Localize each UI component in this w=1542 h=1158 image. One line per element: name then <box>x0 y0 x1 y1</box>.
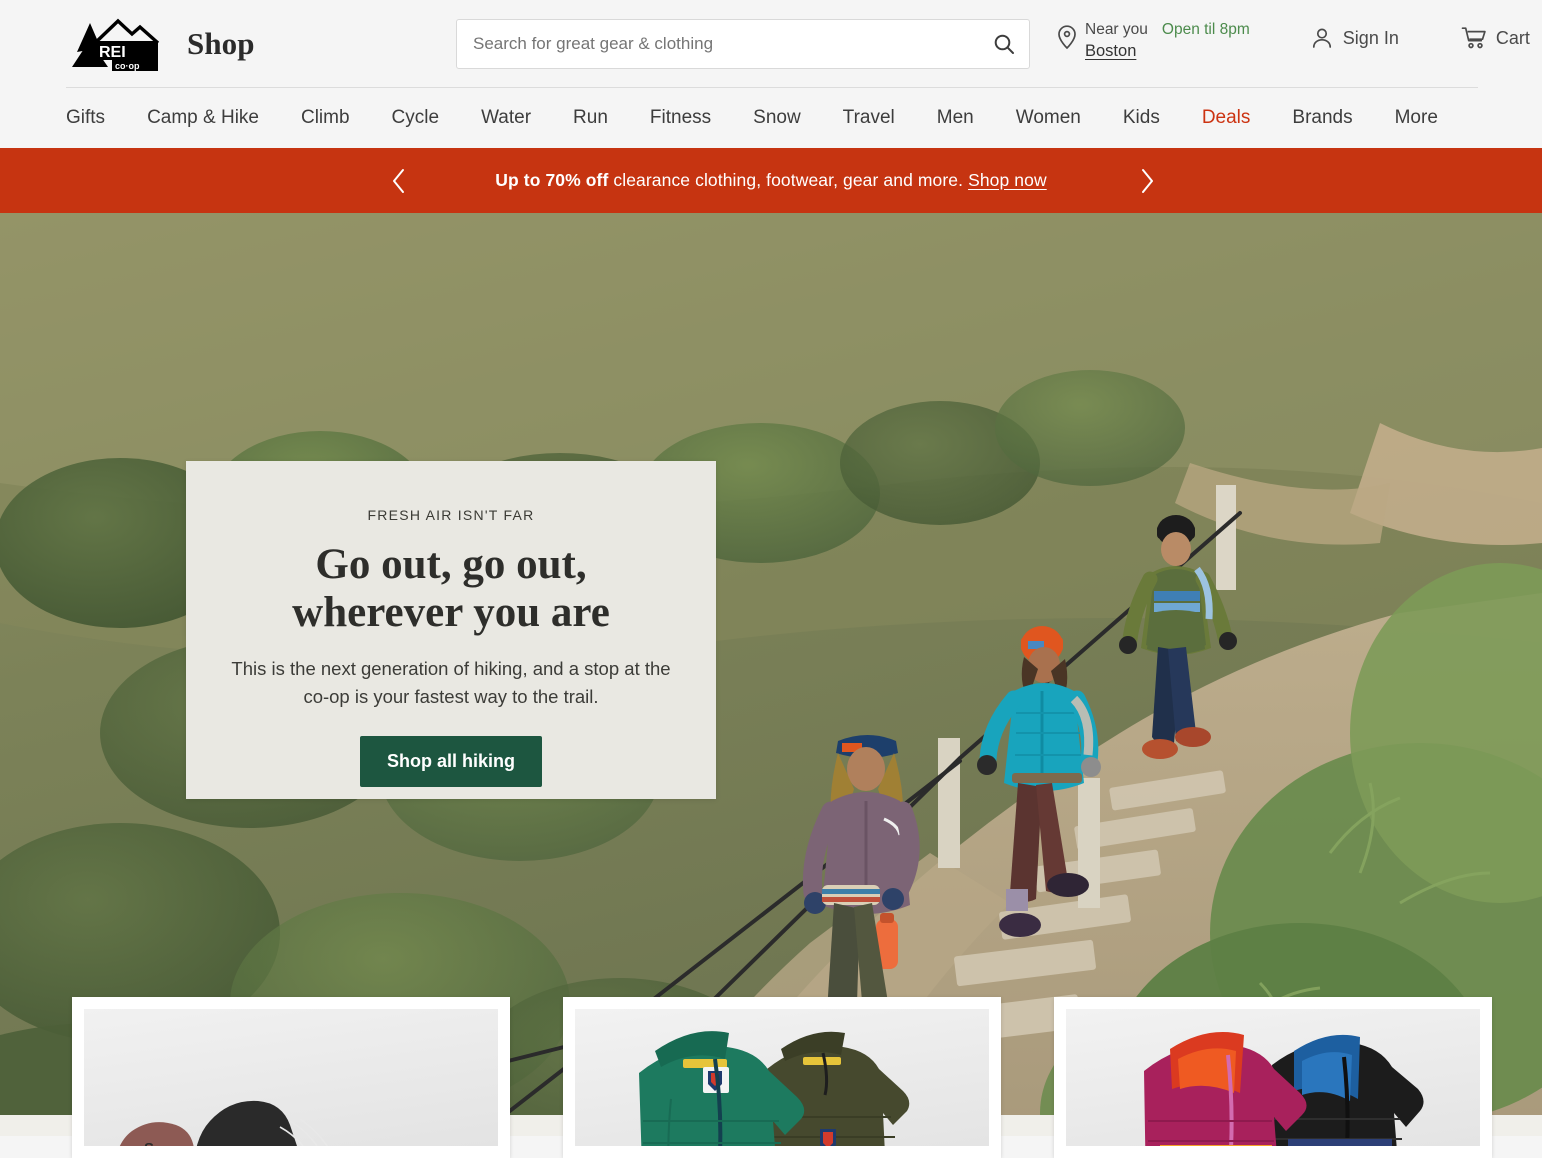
store-locator[interactable]: Near you Open til 8pm Boston <box>1056 20 1250 62</box>
product-image: cotopaxi cotopaxi <box>1066 1009 1480 1146</box>
hero-subtitle: This is the next generation of hiking, a… <box>231 658 671 707</box>
search-input[interactable] <box>456 19 1030 69</box>
promo-banner: Up to 70% off clearance clothing, footwe… <box>0 148 1542 213</box>
promo-bold-text: Up to 70% off <box>495 170 609 190</box>
store-hours-label: Open til 8pm <box>1161 21 1250 38</box>
nav-item-kids[interactable]: Kids <box>1123 107 1160 129</box>
cotopaxi-jackets-illustration: cotopaxi cotopaxi <box>1066 1009 1480 1146</box>
shopping-cart-icon <box>1461 27 1486 49</box>
near-you-label: Near you <box>1085 21 1148 38</box>
rei-coop-logo-icon: REI co·op <box>72 18 160 71</box>
nav-item-fitness[interactable]: Fitness <box>650 107 711 129</box>
cart-label: Cart <box>1495 27 1530 48</box>
nav-item-climb[interactable]: Climb <box>301 107 350 129</box>
location-pin-icon <box>1058 25 1076 50</box>
store-city-link[interactable]: Boston <box>1085 41 1136 62</box>
shop-all-hiking-button[interactable]: Shop all hiking <box>359 735 542 787</box>
svg-text:S: S <box>144 1140 154 1146</box>
hero-title: Go out, go out, wherever you are <box>292 541 610 637</box>
search-icon <box>994 34 1014 54</box>
nav-item-cycle[interactable]: Cycle <box>392 107 440 129</box>
hero-eyebrow: FRESH AIR ISN'T FAR <box>367 507 535 523</box>
header-divider <box>66 87 1478 88</box>
chevron-right-icon <box>1142 168 1153 193</box>
promo-body-text: clearance clothing, footwear, gear and m… <box>608 170 969 190</box>
nav-item-women[interactable]: Women <box>1016 107 1081 129</box>
promo-message: Up to 70% off clearance clothing, footwe… <box>495 170 1046 191</box>
product-card[interactable]: cotopaxi cotopaxi <box>1054 997 1492 1158</box>
nav-item-travel[interactable]: Travel <box>843 107 895 129</box>
product-image <box>575 1009 989 1146</box>
nav-item-brands[interactable]: Brands <box>1292 107 1352 129</box>
hero-text-card: FRESH AIR ISN'T FAR Go out, go out, wher… <box>186 461 716 799</box>
svg-text:co·op: co·op <box>115 61 140 71</box>
search-bar[interactable] <box>456 19 1030 69</box>
sign-in-label: Sign In <box>1342 27 1399 48</box>
primary-navigation: Gifts Camp & Hike Climb Cycle Water Run … <box>0 88 1542 148</box>
nav-item-camp-hike[interactable]: Camp & Hike <box>147 107 259 129</box>
promo-next-button[interactable] <box>1130 164 1164 198</box>
product-card-row: S SALOMON <box>0 997 1542 1158</box>
product-card[interactable]: S SALOMON <box>72 997 510 1158</box>
nav-item-deals[interactable]: Deals <box>1202 107 1251 129</box>
header-utilities: Near you Open til 8pm Boston Sign In Car… <box>1056 20 1530 62</box>
svg-text:REI: REI <box>99 44 126 61</box>
person-icon <box>1312 28 1331 48</box>
shop-label: Shop <box>187 26 255 61</box>
sign-in-button[interactable]: Sign In <box>1310 26 1399 50</box>
nav-item-water[interactable]: Water <box>481 107 531 129</box>
nav-item-snow[interactable]: Snow <box>753 107 801 129</box>
nav-item-more[interactable]: More <box>1395 107 1438 129</box>
nav-item-run[interactable]: Run <box>573 107 608 129</box>
promo-prev-button[interactable] <box>382 164 416 198</box>
chevron-left-icon <box>393 168 404 193</box>
fjallraven-jackets-illustration <box>575 1009 989 1146</box>
promo-shop-now-link[interactable]: Shop now <box>968 170 1047 190</box>
salomon-boots-illustration: S SALOMON <box>84 1009 498 1146</box>
site-logo[interactable]: REI co·op Shop <box>66 15 255 73</box>
nav-item-men[interactable]: Men <box>937 107 974 129</box>
nav-item-gifts[interactable]: Gifts <box>66 107 105 129</box>
cart-button[interactable]: Cart <box>1461 26 1530 50</box>
site-header: REI co·op Shop Near you Open <box>0 0 1542 88</box>
search-submit-button[interactable] <box>984 24 1024 64</box>
product-card[interactable] <box>563 997 1001 1158</box>
product-image: S SALOMON <box>84 1009 498 1146</box>
